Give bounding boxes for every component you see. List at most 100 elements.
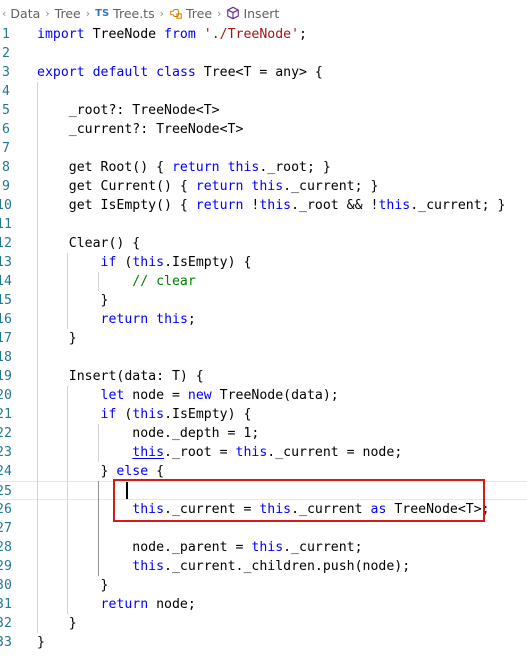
line-number: 22 (0, 426, 12, 441)
code-line-11[interactable]: 11 (0, 215, 527, 234)
line-number: 27 (0, 521, 12, 536)
code-token: this (156, 312, 188, 327)
code-line-28[interactable]: 28 node._parent = this._current; (0, 538, 527, 557)
code-text: } (37, 633, 45, 652)
code-line-6[interactable]: 6 _current?: TreeNode<T> (0, 120, 527, 139)
code-token: .IsEmpty) { (164, 407, 252, 422)
line-number: 4 (2, 84, 10, 99)
code-token: node = (124, 388, 188, 403)
code-line-8[interactable]: 8 get Root() { return this._root; } (0, 158, 527, 177)
code-text: export default class Tree<T = any> { (37, 63, 323, 82)
code-line-10[interactable]: 10 get IsEmpty() { return !this._root &&… (0, 196, 527, 215)
code-line-21[interactable]: 21 if (this.IsEmpty) { (0, 405, 527, 424)
code-token: this (132, 255, 165, 270)
breadcrumb-item-method[interactable]: Insert (226, 6, 279, 21)
code-line-2[interactable]: 2 (0, 44, 527, 63)
chevron-right-icon: › (217, 6, 222, 20)
breadcrumb-item-tree-folder[interactable]: Tree (55, 6, 81, 21)
code-token: from (164, 27, 196, 42)
code-line-31[interactable]: 31 return node; (0, 595, 527, 614)
breadcrumb-left-clip-icon: ‹ (2, 6, 7, 20)
line-number: 10 (0, 198, 12, 213)
code-line-23[interactable]: 23 this._root = this._current = node; (0, 443, 527, 462)
code-text: get IsEmpty() { return !this._root && !t… (37, 196, 506, 215)
line-number: 28 (0, 540, 12, 555)
code-editor[interactable]: 1 import TreeNode from './TreeNode'; 2 3 exp… (0, 24, 527, 664)
code-token: class (156, 65, 196, 80)
code-token: return (195, 198, 244, 213)
indent-guide (37, 82, 38, 633)
indent-guide (67, 386, 69, 614)
code-token: Insert(data: T) { (37, 369, 204, 384)
breadcrumb-item-data[interactable]: Data (10, 6, 40, 21)
code-token: node._depth = 1; (37, 426, 260, 441)
code-token: get Root() { (37, 160, 172, 175)
line-number: 16 (0, 312, 12, 327)
code-line-9[interactable]: 9 get Current() { return this._current; … (0, 177, 527, 196)
class-symbol-icon (170, 8, 182, 19)
code-token: ._current; } (410, 198, 506, 213)
code-line-29[interactable]: 29 this._current._children.push(node); (0, 557, 527, 576)
line-number: 12 (0, 236, 12, 251)
code-token: return (195, 179, 244, 194)
code-text: let node = new TreeNode(data); (37, 386, 339, 405)
line-number: 25 (0, 484, 12, 499)
code-line-14[interactable]: 14 // clear (0, 272, 527, 291)
code-token: ( (116, 407, 133, 422)
code-text: } (37, 291, 109, 310)
code-line-32[interactable]: 32 } (0, 614, 527, 633)
code-line-22[interactable]: 22 node._depth = 1; (0, 424, 527, 443)
code-line-33[interactable]: 33} (0, 633, 527, 652)
code-line-4[interactable]: 4 (0, 82, 527, 101)
line-number: 7 (2, 141, 10, 156)
code-token: this (251, 179, 284, 194)
code-token: get IsEmpty() { (37, 198, 196, 213)
code-line-19[interactable]: 19 Insert(data: T) { (0, 367, 527, 386)
code-text: import TreeNode from './TreeNode'; (37, 25, 307, 44)
code-line-20[interactable]: 20 let node = new TreeNode(data); (0, 386, 527, 405)
code-text: _root?: TreeNode<T> (37, 101, 220, 120)
breadcrumb-item-file[interactable]: TS Tree.ts (95, 6, 154, 21)
code-line-3[interactable]: 3 export default class Tree<T = any> { (0, 63, 527, 82)
code-text: node._depth = 1; (37, 424, 259, 443)
code-line-7[interactable]: 7 (0, 139, 527, 158)
code-line-16[interactable]: 16 return this; (0, 310, 527, 329)
code-token: return (100, 597, 149, 612)
code-token: let (100, 388, 125, 403)
line-number: 31 (0, 597, 12, 612)
code-line-15[interactable]: 15 } (0, 291, 527, 310)
code-token: } (37, 616, 77, 631)
code-line-30[interactable]: 30 } (0, 576, 527, 595)
breadcrumb-item-class[interactable]: Tree (169, 6, 212, 21)
code-line-12[interactable]: 12 Clear() { (0, 234, 527, 253)
code-line-1[interactable]: 1 import TreeNode from './TreeNode'; (0, 25, 527, 44)
code-token: ( (116, 255, 133, 270)
code-token: if (100, 407, 117, 422)
line-number: 32 (0, 616, 12, 631)
red-highlight-box (113, 479, 485, 522)
code-line-17[interactable]: 17 } (0, 329, 527, 348)
code-token: ._current._children.push(node); (164, 559, 411, 574)
code-token: default (92, 65, 149, 80)
code-token: } (37, 578, 109, 593)
code-token: Clear() { (37, 236, 141, 251)
code-text: get Root() { return this._root; } (37, 158, 331, 177)
line-number: 2 (2, 46, 10, 61)
code-token: export (37, 65, 85, 80)
code-line-18[interactable]: 18 (0, 348, 527, 367)
code-text: if (this.IsEmpty) { (37, 405, 252, 424)
code-text: Clear() { (37, 234, 140, 253)
line-number: 11 (0, 217, 12, 232)
code-token: node; (148, 597, 196, 612)
code-token: } (37, 293, 109, 308)
code-line-5[interactable]: 5 _root?: TreeNode<T> (0, 101, 527, 120)
code-token: ._root = (164, 445, 236, 460)
line-number: 15 (0, 293, 12, 308)
code-line-13[interactable]: 13 if (this.IsEmpty) { (0, 253, 527, 272)
